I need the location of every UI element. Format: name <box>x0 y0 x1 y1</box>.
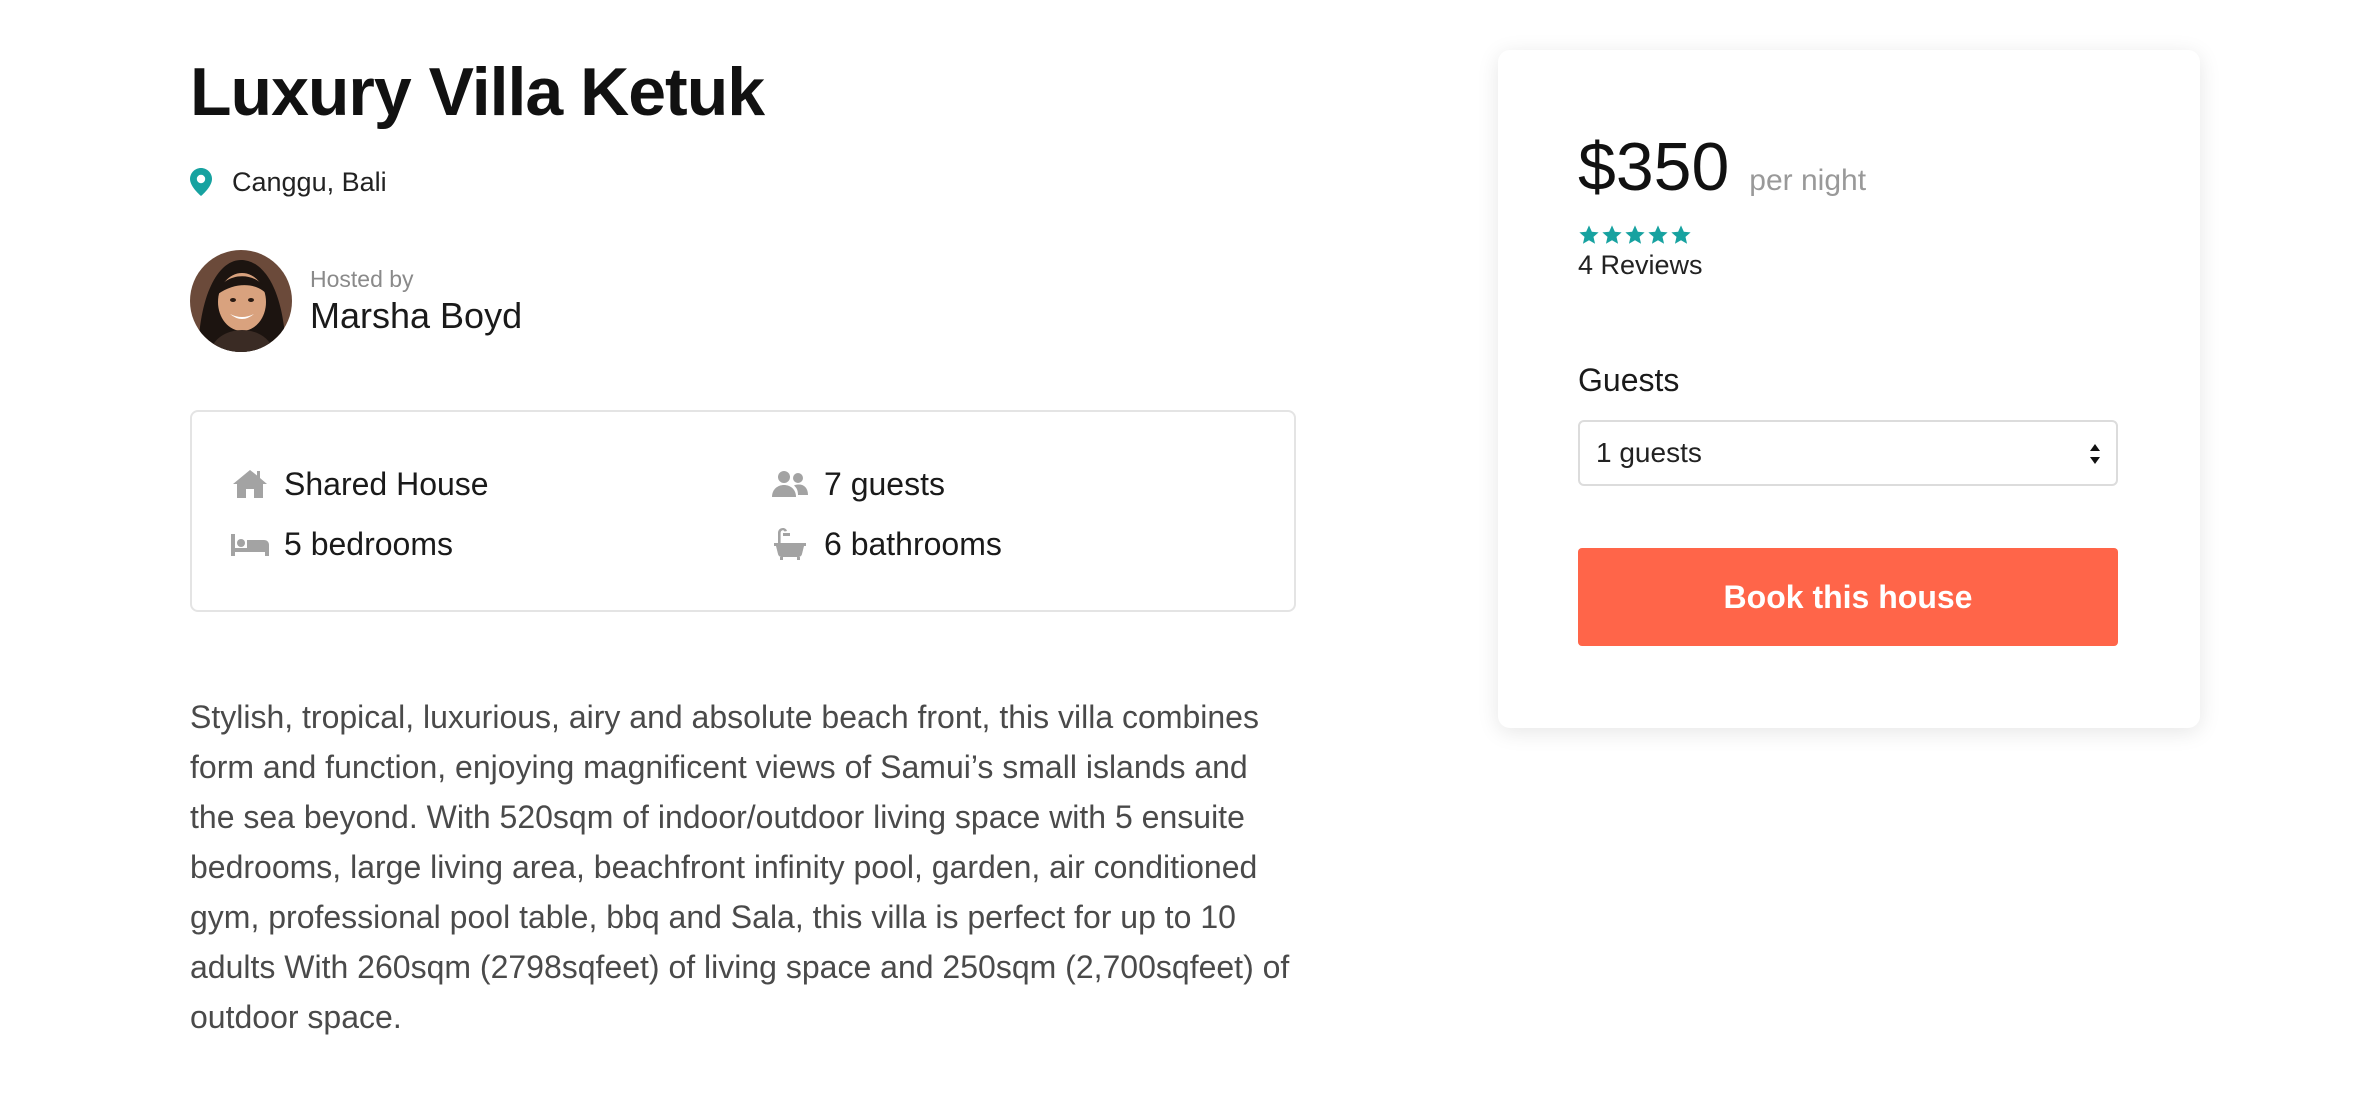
per-night-label: per night <box>1749 164 1867 197</box>
host: Hosted by Marsha Boyd <box>190 250 1300 352</box>
feature-bathrooms-label: 6 bathrooms <box>824 525 1002 562</box>
feature-bedrooms: 5 bedrooms <box>230 524 453 564</box>
price: $350 <box>1578 129 1730 205</box>
star-icon <box>1579 225 1599 244</box>
feature-guests: 7 guests <box>770 464 945 504</box>
features-box: Shared House 7 guests 5 bedrooms 6 bathr… <box>190 410 1296 612</box>
feature-house-type-label: Shared House <box>284 465 489 502</box>
listing-details: Luxury Villa Ketuk Canggu, Bali Hosted b… <box>190 50 1300 1042</box>
host-info: Hosted by Marsha Boyd <box>310 264 522 338</box>
host-name[interactable]: Marsha Boyd <box>310 294 522 338</box>
location-text: Canggu, Bali <box>232 166 387 197</box>
guests-select[interactable]: 1 guests <box>1578 420 2118 486</box>
feature-bedrooms-label: 5 bedrooms <box>284 525 453 562</box>
location: Canggu, Bali <box>190 162 1300 202</box>
rating-stars <box>1578 224 1693 246</box>
host-photo <box>190 250 292 352</box>
house-icon <box>230 467 270 501</box>
reviews-link[interactable]: 4 Reviews <box>1578 250 1703 281</box>
map-pin-icon <box>190 168 212 196</box>
price-row: $350 per night <box>1578 128 1866 206</box>
bed-icon <box>230 527 270 561</box>
feature-guests-label: 7 guests <box>824 465 945 502</box>
star-icon <box>1625 225 1645 244</box>
guests-selected-value: 1 guests <box>1596 437 1702 468</box>
feature-bathrooms: 6 bathrooms <box>770 524 1002 564</box>
select-arrows-icon <box>2090 444 2100 464</box>
people-icon <box>770 467 810 501</box>
host-label: Hosted by <box>310 266 414 292</box>
bathtub-icon <box>770 527 810 561</box>
star-icon <box>1648 225 1668 244</box>
book-button[interactable]: Book this house <box>1578 548 2118 646</box>
avatar[interactable] <box>190 250 292 352</box>
star-icon <box>1671 225 1691 244</box>
listing-description: Stylish, tropical, luxurious, airy and a… <box>190 699 1290 1035</box>
star-icon <box>1602 225 1622 244</box>
page-title: Luxury Villa Ketuk <box>190 54 765 130</box>
booking-card: $350 per night 4 Reviews Guests 1 guests… <box>1498 50 2200 728</box>
guests-label: Guests <box>1578 362 1680 398</box>
feature-house-type: Shared House <box>230 464 489 504</box>
